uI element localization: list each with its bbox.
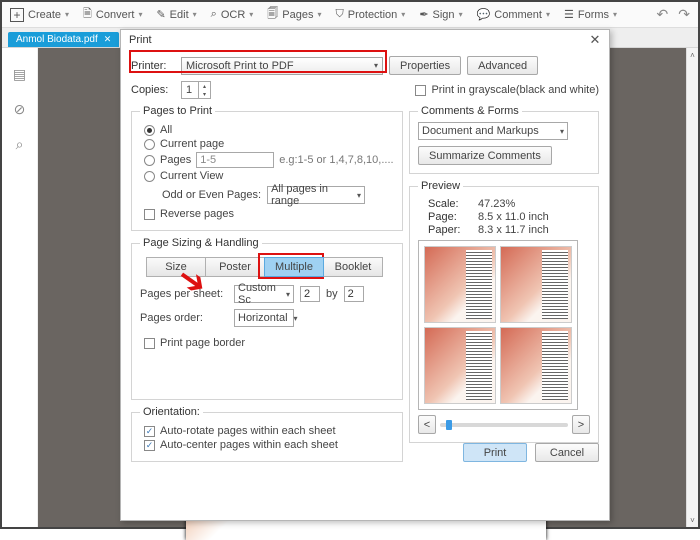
vertical-scrollbar[interactable]: ˄ ˅ (686, 48, 698, 527)
pages-to-print-group: Pages to Print All Current page Pages 1-… (131, 105, 403, 231)
toolbar-ocr[interactable]: ⌕OCR▾ (211, 8, 254, 21)
sign-icon: ✒ (419, 8, 428, 21)
auto-rotate-checkbox[interactable]: ✓ (144, 426, 155, 437)
radio-current-view[interactable] (144, 171, 155, 182)
preview-prev-button[interactable]: < (418, 415, 436, 434)
printer-label: Printer: (131, 60, 175, 72)
forms-icon: ☰ (564, 8, 574, 21)
close-icon[interactable]: ✕ (104, 34, 112, 45)
preview-scale: 47.23% (478, 198, 515, 210)
orientation-group: Orientation: ✓Auto-rotate pages within e… (131, 406, 403, 462)
seg-poster[interactable]: Poster (205, 257, 265, 277)
dialog-close-icon[interactable]: ✕ (585, 31, 605, 49)
printer-select[interactable]: Microsoft Print to PDF▾ (181, 57, 383, 75)
toolbar-forms[interactable]: ☰Forms▾ (564, 8, 617, 21)
undo-icon[interactable]: ↶ (657, 6, 669, 23)
attach-icon[interactable]: ⊘ (14, 101, 26, 118)
preview-paper: 8.3 x 11.7 inch (478, 224, 549, 236)
toolbar-create[interactable]: +Create▾ (10, 8, 69, 22)
preview-group: Preview Scale:47.23% Page:8.5 x 11.0 inc… (409, 180, 599, 443)
seg-booklet[interactable]: Booklet (323, 257, 383, 277)
toolbar-comment[interactable]: 💬Comment▾ (477, 8, 550, 21)
print-dialog: Print ✕ Printer: Microsoft Print to PDF▾… (120, 29, 610, 521)
pps-cols-input[interactable]: 2 (300, 286, 320, 302)
preview-thumb (424, 327, 496, 404)
toolbar-pages[interactable]: 🗐Pages▾ (267, 5, 321, 24)
comments-select[interactable]: Document and Markups▾ (418, 122, 568, 140)
main-toolbar: +Create▾ 🗎Convert▾ ✎Edit▾ ⌕OCR▾ 🗐Pages▾ … (2, 2, 698, 28)
pages-input[interactable]: 1-5 (196, 152, 274, 168)
radio-all[interactable] (144, 125, 155, 136)
toolbar-sign[interactable]: ✒Sign▾ (419, 8, 462, 21)
preview-page: 8.5 x 11.0 inch (478, 211, 549, 223)
chevron-down-icon: ▾ (374, 61, 378, 70)
grayscale-checkbox[interactable] (415, 85, 426, 96)
properties-button[interactable]: Properties (389, 56, 461, 75)
convert-icon: 🗎 (83, 5, 92, 24)
preview-slider[interactable] (440, 423, 568, 427)
scroll-down-icon[interactable]: ˅ (687, 513, 698, 527)
cancel-button[interactable]: Cancel (535, 443, 599, 462)
seg-size[interactable]: Size (146, 257, 206, 277)
order-select[interactable]: Horizontal▾ (234, 309, 294, 327)
comment-icon: 💬 (477, 8, 491, 21)
auto-center-checkbox[interactable]: ✓ (144, 440, 155, 451)
plus-icon: + (10, 8, 24, 22)
ocr-icon: ⌕ (211, 8, 217, 21)
odd-even-label: Odd or Even Pages: (162, 189, 261, 201)
preview-next-button[interactable]: > (572, 415, 590, 434)
advanced-button[interactable]: Advanced (467, 56, 538, 75)
order-label: Pages order: (140, 312, 228, 324)
dialog-title: Print (129, 34, 152, 46)
pps-label: Pages per sheet: (140, 288, 228, 300)
copies-label: Copies: (131, 84, 175, 96)
preview-thumb (500, 246, 572, 323)
grayscale-label: Print in grayscale(black and white) (431, 84, 599, 96)
copies-spinner[interactable]: 1▴▾ (181, 81, 211, 99)
toolbar-convert[interactable]: 🗎Convert▾ (83, 5, 142, 24)
print-button[interactable]: Print (463, 443, 527, 462)
radio-pages[interactable] (144, 155, 155, 166)
page-sizing-group: Page Sizing & Handling ➔ Size Poster Mul… (131, 237, 403, 400)
scroll-up-icon[interactable]: ˄ (687, 48, 698, 62)
toolbar-edit[interactable]: ✎Edit▾ (156, 8, 196, 21)
preview-thumb (500, 327, 572, 404)
shield-icon: ⛉ (336, 8, 344, 21)
seg-multiple[interactable]: Multiple (264, 257, 324, 277)
summarize-button[interactable]: Summarize Comments (418, 146, 552, 165)
doc-tab[interactable]: Anmol Biodata.pdf✕ (8, 32, 119, 47)
preview-canvas (418, 240, 578, 410)
odd-even-select[interactable]: All pages in range▾ (267, 186, 365, 204)
redo-icon[interactable]: ↷ (678, 6, 690, 23)
edit-icon: ✎ (156, 8, 165, 21)
preview-thumb (424, 246, 496, 323)
comments-forms-group: Comments & Forms Document and Markups▾ S… (409, 105, 599, 174)
thumb-icon[interactable]: ▤ (13, 66, 26, 83)
pps-rows-input[interactable]: 2 (344, 286, 364, 302)
pages-hint: e.g:1-5 or 1,4,7,8,10,.... (279, 154, 393, 166)
radio-current[interactable] (144, 139, 155, 150)
pps-select[interactable]: Custom Sc▾ (234, 285, 294, 303)
toolbar-protection[interactable]: ⛉Protection▾ (336, 8, 406, 21)
search-icon[interactable]: ⌕ (16, 136, 24, 153)
page-border-checkbox[interactable] (144, 338, 155, 349)
pages-icon: 🗐 (267, 5, 278, 24)
left-sidebar: ▤ ⊘ ⌕ (2, 48, 38, 527)
reverse-checkbox[interactable] (144, 209, 155, 220)
